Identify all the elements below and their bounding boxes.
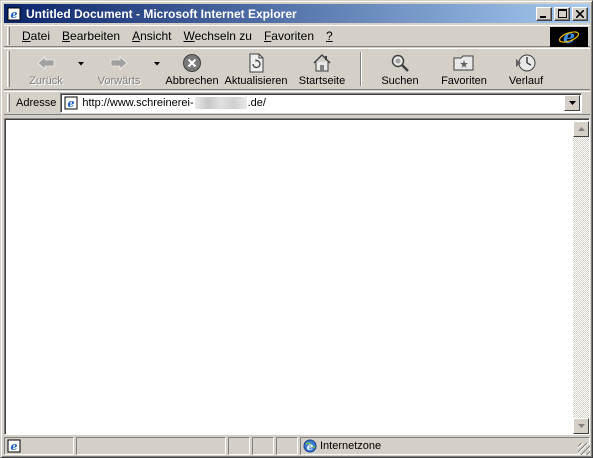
status-progress-panel — [76, 437, 226, 455]
forward-dropdown[interactable] — [152, 44, 162, 84]
menu-favoriten[interactable]: Favoriten — [258, 29, 320, 43]
home-button[interactable]: Startseite — [290, 49, 354, 89]
favorites-folder-icon — [453, 53, 475, 73]
menu-bearbeiten[interactable]: Bearbeiten — [56, 29, 126, 43]
status-main-panel: e — [4, 437, 74, 455]
menu-datei[interactable]: Datei — [16, 29, 56, 43]
ie-logo-icon: e — [558, 27, 580, 47]
stop-label: Abbrechen — [165, 75, 219, 87]
menu-help[interactable]: ? — [320, 29, 339, 43]
history-label: Verlauf — [508, 75, 544, 87]
toolbar-separator — [360, 52, 362, 86]
menu-ansicht-accel: A — [132, 29, 141, 43]
svg-text:e: e — [11, 8, 18, 21]
menu-help-accel: ? — [326, 29, 333, 43]
refresh-button[interactable]: Aktualisieren — [222, 49, 290, 89]
title-bar[interactable]: e Untitled Document - Microsoft Internet… — [4, 4, 590, 23]
scroll-up-button[interactable] — [573, 121, 589, 137]
search-icon — [389, 53, 411, 73]
menu-favoriten-label: avoriten — [271, 29, 314, 43]
favorites-button[interactable]: Favoriten — [432, 49, 496, 89]
address-bar: Adresse e http://www.schreinerei- .de/ — [4, 91, 590, 115]
menu-bearbeiten-accel: B — [62, 29, 71, 43]
chevron-down-icon — [154, 62, 160, 66]
standard-toolbar: Zurück Vorwärts Abbrechen Aktualisieren — [4, 48, 590, 90]
back-button[interactable]: Zurück — [16, 49, 76, 89]
svg-text:e: e — [307, 442, 313, 453]
menu-bar: Datei Bearbeiten Ansicht Wechseln zu Fav… — [4, 25, 590, 47]
page-status-icon: e — [7, 439, 21, 453]
refresh-icon — [245, 53, 267, 73]
menu-ansicht[interactable]: Ansicht — [126, 29, 177, 43]
menu-grip[interactable] — [7, 27, 10, 45]
window-title: Untitled Document - Microsoft Internet E… — [26, 6, 297, 21]
menu-wechseln-label: echseln zu — [194, 29, 252, 43]
menu-wechseln-zu[interactable]: Wechseln zu — [177, 29, 257, 43]
toolbar-grip[interactable] — [7, 51, 10, 87]
address-label: Adresse — [16, 97, 57, 109]
status-panel-1 — [228, 437, 250, 455]
chevron-down-icon — [78, 62, 84, 66]
maximize-button[interactable] — [554, 6, 570, 21]
home-icon — [311, 53, 333, 73]
menu-datei-label: atei — [30, 29, 51, 43]
stop-button[interactable]: Abbrechen — [162, 49, 222, 89]
history-button[interactable]: Verlauf — [496, 49, 556, 89]
back-arrow-icon — [35, 53, 57, 73]
forward-button[interactable]: Vorwärts — [86, 49, 152, 89]
chevron-up-icon — [577, 127, 585, 131]
svg-text:e: e — [11, 440, 18, 453]
internet-zone-icon: e — [303, 439, 317, 453]
stop-icon — [181, 53, 203, 73]
home-label: Startseite — [298, 75, 346, 87]
back-label: Zurück — [29, 75, 63, 87]
url-suffix: .de/ — [247, 97, 266, 109]
scroll-down-button[interactable] — [573, 418, 589, 434]
menu-bearbeiten-label: earbeiten — [70, 29, 121, 43]
svg-text:e: e — [563, 27, 575, 47]
status-zone-panel[interactable]: e Internetzone — [300, 437, 590, 455]
url-prefix: http://www.schreinerei- — [82, 97, 194, 109]
page-content-area[interactable] — [4, 118, 590, 435]
menu-ansicht-label: nsicht — [140, 29, 172, 43]
history-icon — [515, 53, 537, 73]
vertical-scrollbar[interactable] — [573, 121, 589, 434]
address-input[interactable]: e http://www.schreinerei- .de/ — [60, 93, 583, 113]
address-dropdown-button[interactable] — [564, 95, 581, 111]
minimize-button[interactable] — [536, 6, 552, 21]
menu-wechseln-accel: W — [183, 29, 195, 43]
forward-arrow-icon — [108, 53, 130, 73]
svg-text:e: e — [68, 97, 75, 110]
back-dropdown[interactable] — [76, 44, 86, 84]
search-label: Suchen — [381, 75, 419, 87]
refresh-label: Aktualisieren — [224, 75, 288, 87]
address-grip[interactable] — [7, 94, 10, 112]
status-panel-2 — [252, 437, 274, 455]
favorites-label: Favoriten — [441, 75, 487, 87]
chevron-down-icon — [577, 424, 585, 428]
url-redacted — [194, 97, 247, 109]
ie-throbber: e — [550, 27, 588, 47]
status-panel-3 — [276, 437, 298, 455]
chevron-down-icon — [568, 101, 576, 105]
forward-label: Vorwärts — [97, 75, 141, 87]
ie-document-icon[interactable]: e — [6, 6, 22, 22]
browser-window: e Untitled Document - Microsoft Internet… — [0, 0, 593, 458]
zone-label: Internetzone — [320, 440, 382, 452]
search-button[interactable]: Suchen — [368, 49, 432, 89]
status-bar: e e Internetzone — [4, 437, 590, 455]
address-url: http://www.schreinerei- .de/ — [82, 97, 266, 109]
resize-grip[interactable] — [578, 443, 590, 455]
close-button[interactable] — [572, 6, 588, 21]
menu-datei-accel: D — [22, 29, 31, 43]
page-icon: e — [63, 95, 79, 111]
